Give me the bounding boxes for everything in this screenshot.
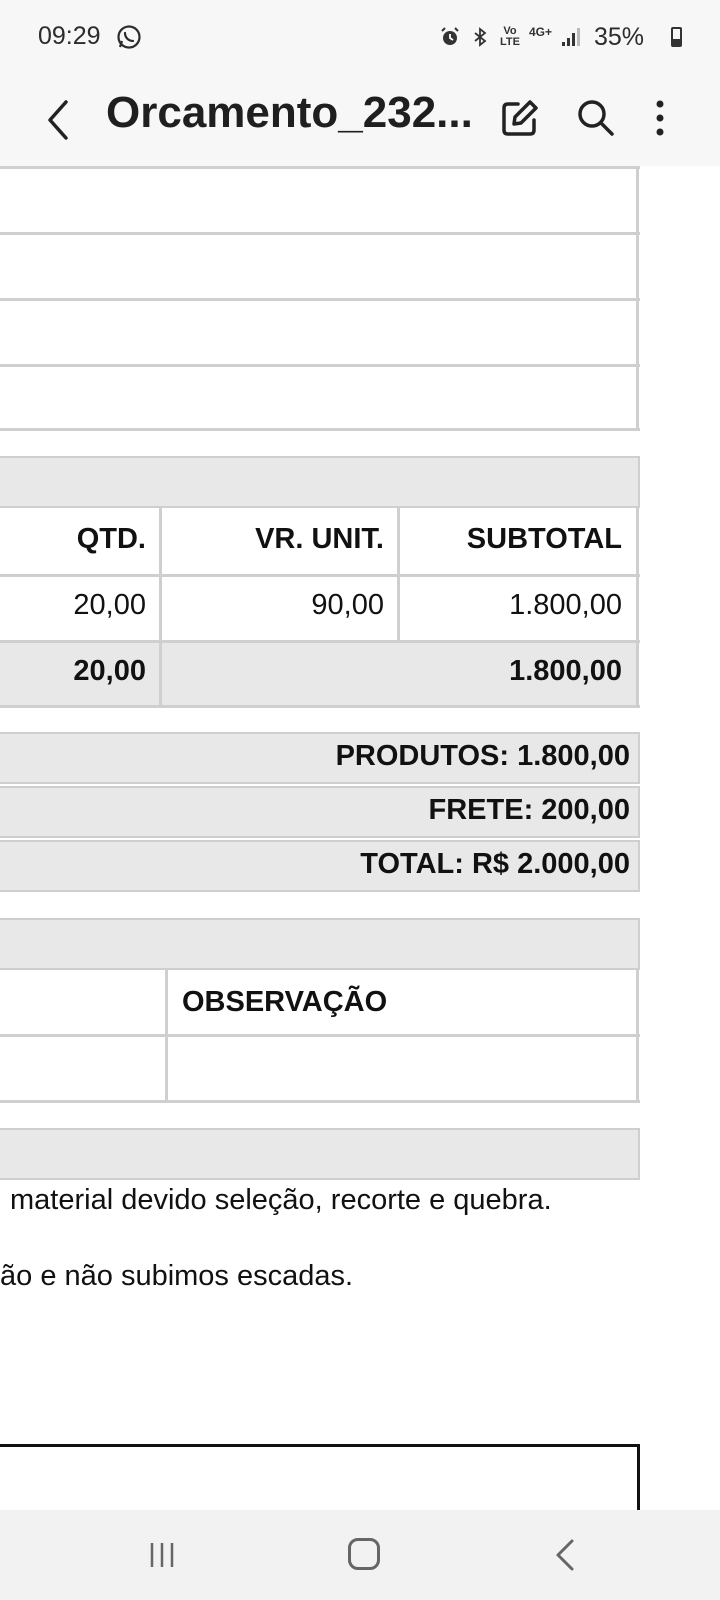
total-qtd: 20,00	[73, 655, 146, 687]
bluetooth-icon	[474, 27, 487, 47]
row-subtotal: 1.800,00	[509, 589, 622, 621]
document-view[interactable]: QTD. VR. UNIT. SUBTOTAL 20,00 90,00 1.80…	[0, 166, 720, 1510]
table-border	[636, 970, 639, 1102]
home-icon[interactable]	[348, 1538, 380, 1570]
summary-frete: FRETE: 200,00	[428, 794, 630, 826]
observacao-header: OBSERVAÇÃO	[182, 986, 388, 1018]
note-line: ão e não subimos escadas.	[0, 1260, 354, 1292]
note-line: material devido seleção, recorte e quebr…	[10, 1184, 552, 1216]
signature-box	[0, 1444, 640, 1510]
status-time: 09:29	[38, 22, 101, 50]
summary-total: TOTAL: R$ 2.000,00	[360, 848, 630, 880]
header-qtd: QTD.	[76, 523, 146, 555]
table-border	[0, 640, 640, 643]
alarm-icon	[441, 27, 459, 45]
table-border	[636, 508, 639, 708]
navigation-bar	[0, 1510, 720, 1600]
table-border	[0, 428, 640, 431]
section-header	[0, 456, 640, 508]
more-icon[interactable]	[640, 94, 680, 142]
table-border	[159, 640, 162, 706]
table-border	[0, 364, 640, 367]
signal-icon	[561, 28, 580, 46]
table-border	[0, 1100, 640, 1103]
battery-icon	[671, 27, 682, 47]
table-border	[0, 166, 640, 169]
document-title: Orcamento_232...	[106, 88, 473, 137]
section-header	[0, 1128, 640, 1180]
edit-icon[interactable]	[496, 94, 544, 142]
whatsapp-icon	[117, 25, 141, 49]
recent-apps-icon[interactable]	[147, 1540, 177, 1570]
4g-icon: 4G+	[528, 25, 552, 39]
table-border	[0, 574, 640, 577]
header-vr-unit: VR. UNIT.	[255, 523, 384, 555]
status-icons: Vo LTE 4G+ 35%	[439, 22, 668, 52]
total-subtotal: 1.800,00	[509, 655, 622, 687]
volte-icon: Vo LTE	[499, 25, 520, 48]
table-border	[0, 232, 640, 235]
back-icon[interactable]	[552, 1538, 578, 1572]
table-border	[0, 298, 640, 301]
summary-produtos: PRODUTOS: 1.800,00	[335, 740, 630, 772]
section-header	[0, 918, 640, 970]
table-border	[0, 1034, 640, 1037]
table-border	[165, 970, 168, 1102]
row-vr-unit: 90,00	[311, 589, 384, 621]
row-qtd: 20,00	[73, 589, 146, 621]
back-icon[interactable]	[38, 94, 82, 146]
header-subtotal: SUBTOTAL	[466, 523, 622, 555]
table-border	[636, 166, 639, 431]
search-icon[interactable]	[572, 94, 620, 142]
status-bar: 09:29 Vo LTE 4G+ 35%	[0, 0, 720, 76]
battery-percent: 35%	[593, 22, 644, 51]
app-bar: Orcamento_232...	[0, 76, 720, 166]
table-border	[0, 705, 640, 708]
